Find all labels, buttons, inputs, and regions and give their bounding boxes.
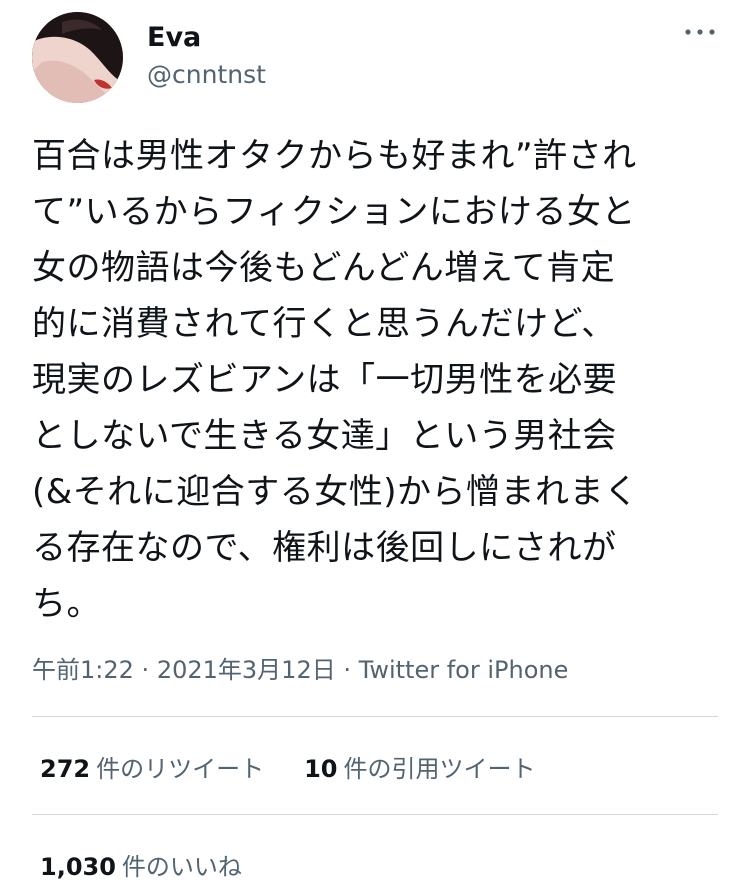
tweet-source[interactable]: Twitter for iPhone xyxy=(359,656,569,684)
meta-separator: · xyxy=(343,656,351,684)
avatar[interactable] xyxy=(32,12,123,103)
tweet-date[interactable]: 2021年3月12日 xyxy=(157,656,336,684)
tweet-time[interactable]: 午前1:22 xyxy=(32,656,134,684)
divider xyxy=(32,814,718,815)
tweet-text-line: (&それに迎合する女性)から憎まれまく xyxy=(32,472,639,512)
meta-separator: · xyxy=(141,656,150,684)
tweet-text-line: 女の物語は今後もどんどん増えて肯定 xyxy=(32,248,616,288)
quotes-count: 10 xyxy=(304,755,338,783)
tweet-meta: 午前1:22 · 2021年3月12日 · Twitter for iPhone xyxy=(32,650,568,685)
likes-count: 1,030 xyxy=(40,853,116,881)
tweet-text-line: 現実のレズビアンは「一切男性を必要 xyxy=(32,360,618,400)
stats-row-shares: 272 件のリツイート 10 件の引用ツイート xyxy=(40,749,536,784)
avatar-image xyxy=(32,12,123,103)
tweet-text: 百合は男性オタクからも好まれ”許され て”いるからフィクションにおける女と 女の物語… xyxy=(32,128,722,632)
retweets-stat[interactable]: 272 件のリツイート xyxy=(40,749,264,784)
tweet-text-line: ち。 xyxy=(32,584,101,624)
divider xyxy=(32,716,718,717)
tweet-text-line: て”いるからフィクションにおける女と xyxy=(32,192,636,232)
tweet-text-line: としないで生きる女達」という男社会 xyxy=(32,416,617,456)
quotes-label: 件の引用ツイート xyxy=(343,755,536,783)
quotes-stat[interactable]: 10 件の引用ツイート xyxy=(304,749,535,784)
tweet-text-line: る存在なので、権利は後回しにされが xyxy=(32,528,617,568)
display-name[interactable]: Eva xyxy=(147,22,201,53)
tweet-text-line: 的に消費されて行くと思うんだけど、 xyxy=(32,304,616,344)
retweets-label: 件のリツイート xyxy=(96,755,265,783)
more-dots-icon[interactable] xyxy=(682,18,718,46)
stats-row-likes: 1,030 件のいいね xyxy=(40,847,242,882)
user-handle[interactable]: @cnntnst xyxy=(147,60,266,89)
tweet-header: Eva @cnntnst xyxy=(32,12,718,104)
retweets-count: 272 xyxy=(40,755,91,783)
likes-label: 件のいいね xyxy=(121,853,242,881)
tweet-text-line: 百合は男性オタクからも好まれ”許され xyxy=(32,136,637,176)
likes-stat[interactable]: 1,030 件のいいね xyxy=(40,847,242,882)
